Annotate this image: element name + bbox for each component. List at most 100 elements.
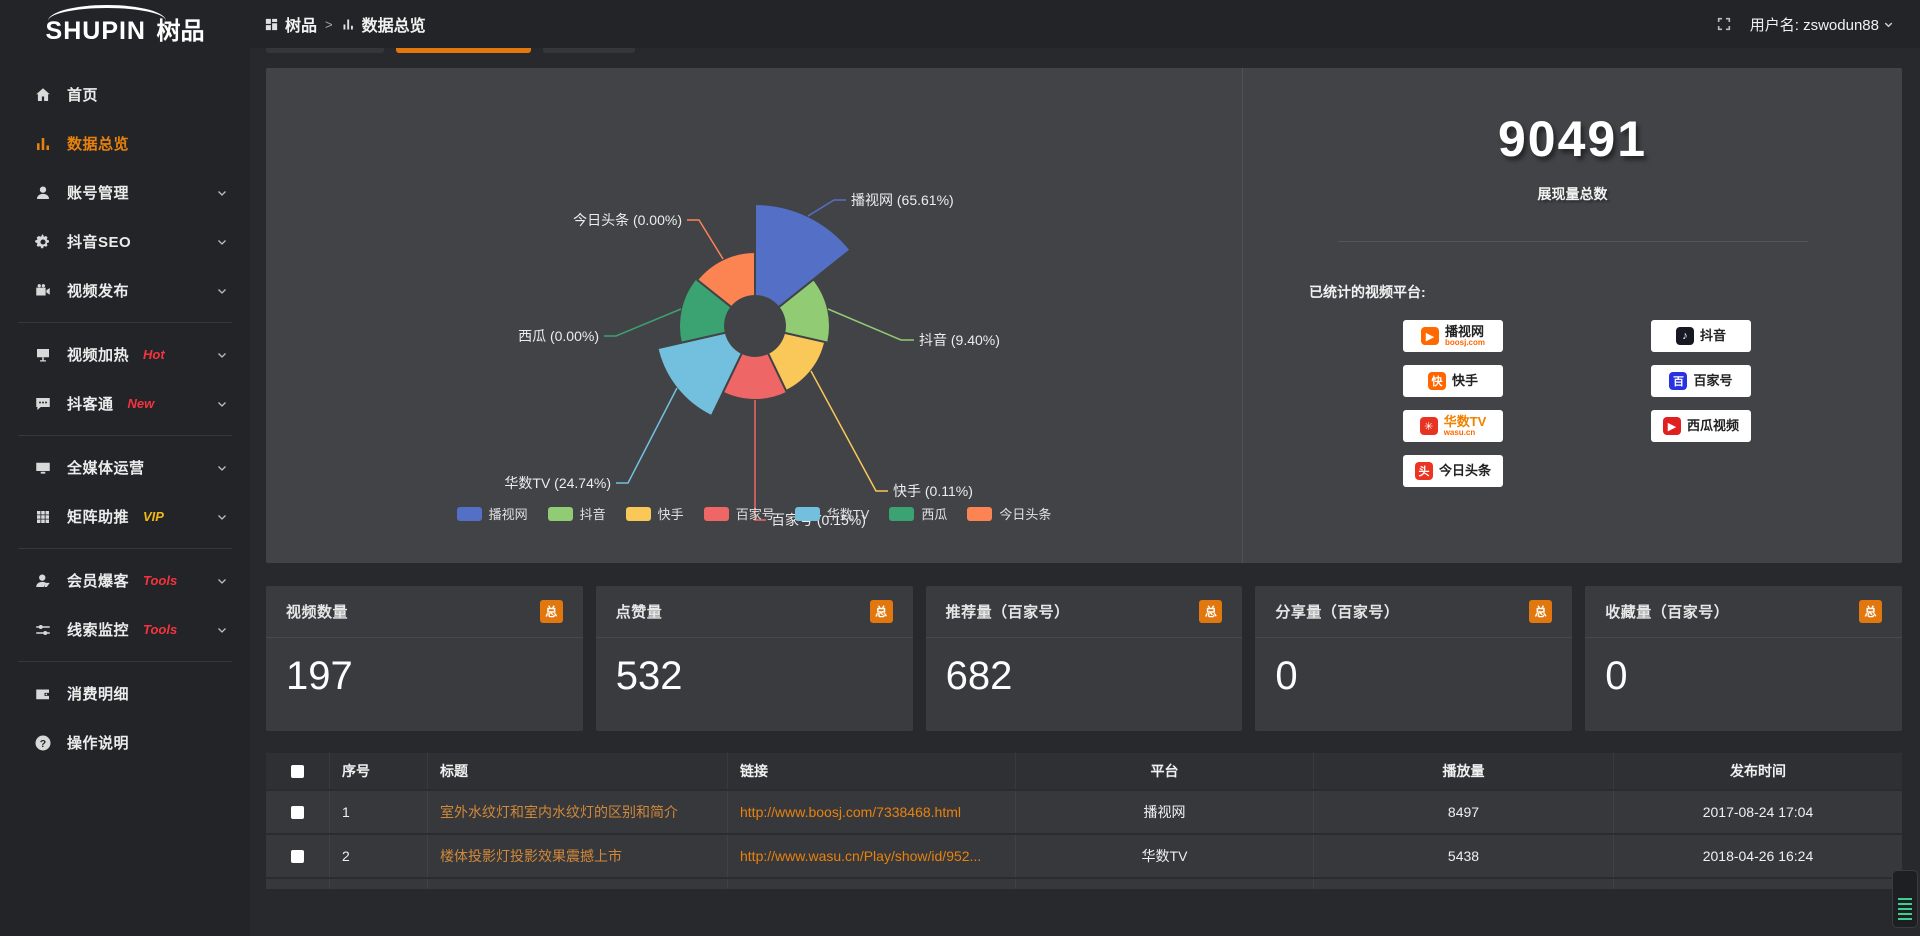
stat-value: 532 xyxy=(596,638,913,699)
table-row: 1 室外水纹灯和室内水纹灯的区别和简介 http://www.boosj.com… xyxy=(266,791,1902,835)
sidebar-item-video-publish[interactable]: 视频发布 xyxy=(0,266,250,315)
chart-panel: 播视网 (65.61%) 抖音 (9.40%) 快手 (0.11%) 百家号 (… xyxy=(266,68,1902,563)
sidebar-item-help[interactable]: ? 操作说明 xyxy=(0,718,250,767)
video-url-link[interactable]: http://www.wasu.cn/Play/show/id/952... xyxy=(728,835,1016,877)
sidebar-divider xyxy=(18,548,232,549)
breadcrumb: 树品 > 数据总览 xyxy=(264,12,426,36)
stat-card-recommends: 推荐量（百家号）总 682 xyxy=(926,586,1243,731)
user-menu[interactable]: 用户名: zswodun88 xyxy=(1750,14,1894,35)
chevron-down-icon xyxy=(216,398,228,410)
sidebar-item-data-overview[interactable]: 数据总览 xyxy=(0,119,250,168)
platform-badge-kuaishou: 快 快手 xyxy=(1403,365,1503,397)
bar-chart-icon xyxy=(341,17,356,32)
sidebar-item-home[interactable]: 首页 xyxy=(0,70,250,119)
label-line xyxy=(811,371,888,491)
legend-chip xyxy=(626,507,651,521)
legend-chip xyxy=(548,507,573,521)
select-all-checkbox[interactable] xyxy=(291,765,304,778)
sidebar-item-douyin-seo[interactable]: 抖音SEO xyxy=(0,217,250,266)
kuaishou-logo-icon: 快 xyxy=(1428,372,1446,390)
legend-item[interactable]: 华数TV xyxy=(795,504,870,523)
vip-badge: VIP xyxy=(143,509,164,524)
sidebar: 首页 数据总览 账号管理 抖音SEO 视频发布 视频加热 Hot 抖客通 New… xyxy=(0,48,250,936)
legend-chip xyxy=(704,507,729,521)
svg-text:?: ? xyxy=(40,737,46,749)
sidebar-item-matrix-boost[interactable]: 矩阵助推 VIP xyxy=(0,492,250,541)
logo-text: SHUPIN xyxy=(46,17,146,45)
total-badge: 总 xyxy=(870,600,893,623)
col-platform: 平台 xyxy=(1016,753,1314,789)
floating-helper-widget[interactable] xyxy=(1892,870,1918,928)
stat-card-video-count: 视频数量总 197 xyxy=(266,586,583,731)
sliders-icon xyxy=(34,621,52,639)
pie-slice-华数TV[interactable] xyxy=(658,333,743,416)
fullscreen-icon[interactable] xyxy=(1716,16,1732,32)
widget-stripes-icon xyxy=(1898,898,1912,922)
sidebar-item-lead-monitor[interactable]: 线索监控 Tools xyxy=(0,605,250,654)
video-title-link[interactable]: 室外水纹灯和室内水纹灯的区别和简介 xyxy=(428,791,728,833)
sidebar-item-omni-media[interactable]: 全媒体运营 xyxy=(0,443,250,492)
sidebar-item-account[interactable]: 账号管理 xyxy=(0,168,250,217)
impressions-summary: 90491 展现量总数 已统计的视频平台: ▶ 播视网boosj.com ♪ 抖… xyxy=(1242,68,1902,563)
row-checkbox[interactable] xyxy=(291,850,304,863)
legend-chip xyxy=(457,507,482,521)
chat-icon xyxy=(34,395,52,413)
row-platform: 华数TV xyxy=(1016,835,1314,877)
table-header-row: 序号 标题 链接 平台 播放量 发布时间 xyxy=(266,753,1902,791)
toutiao-logo-icon: 头 xyxy=(1415,462,1433,480)
boshiwang-logo-icon: ▶ xyxy=(1421,327,1439,345)
platform-badge-toutiao: 头 今日头条 xyxy=(1403,455,1503,487)
member-icon xyxy=(34,572,52,590)
platform-grid: ▶ 播视网boosj.com ♪ 抖音 快 快手 百 百家号 ✳ 华数TVw xyxy=(1403,320,1902,487)
video-title-link[interactable]: 楼体投影灯投影效果震撼上市 xyxy=(428,835,728,877)
question-circle-icon: ? xyxy=(34,734,52,752)
label-line xyxy=(808,200,846,216)
breadcrumb-current[interactable]: 数据总览 xyxy=(341,12,426,36)
chevron-down-icon xyxy=(216,349,228,361)
label-line xyxy=(828,309,914,340)
legend-chip xyxy=(967,507,992,521)
platform-share-pie-chart: 播视网 (65.61%) 抖音 (9.40%) 快手 (0.11%) 百家号 (… xyxy=(266,68,1242,563)
legend-item[interactable]: 百家号 xyxy=(704,504,775,523)
stat-value: 197 xyxy=(266,638,583,699)
col-title: 标题 xyxy=(428,753,728,789)
user-icon xyxy=(34,184,52,202)
pie-label-toutiao: 今日头条 (0.00%) xyxy=(573,212,682,228)
screen-icon xyxy=(34,459,52,477)
chart-legend: 播视网 抖音 快手 百家号 华数TV 西瓜 今日头条 xyxy=(266,504,1242,523)
pie-label-boshiwang: 播视网 (65.61%) xyxy=(851,192,954,208)
breadcrumb-root[interactable]: 树品 xyxy=(264,12,317,36)
stat-card-shares: 分享量（百家号）总 0 xyxy=(1255,586,1572,731)
sidebar-item-doucketong[interactable]: 抖客通 New xyxy=(0,379,250,428)
col-link: 链接 xyxy=(728,753,1016,789)
row-checkbox[interactable] xyxy=(291,806,304,819)
legend-chip xyxy=(795,507,820,521)
video-url-link[interactable]: http://www.boosj.com/7338468.html xyxy=(728,791,1016,833)
col-time: 发布时间 xyxy=(1614,753,1902,789)
legend-item[interactable]: 播视网 xyxy=(457,504,528,523)
videos-table: 序号 标题 链接 平台 播放量 发布时间 1 室外水纹灯和室内水纹灯的区别和简介… xyxy=(266,753,1902,889)
label-line xyxy=(687,220,723,259)
stat-value: 0 xyxy=(1585,638,1902,699)
sidebar-item-spend-detail[interactable]: 消费明细 xyxy=(0,669,250,718)
row-index: 2 xyxy=(330,835,428,877)
tools-badge: Tools xyxy=(143,573,177,588)
sidebar-item-member-burst[interactable]: 会员爆客 Tools xyxy=(0,556,250,605)
sidebar-item-video-heat[interactable]: 视频加热 Hot xyxy=(0,330,250,379)
legend-item[interactable]: 抖音 xyxy=(548,504,606,523)
total-badge: 总 xyxy=(1859,600,1882,623)
platform-badge-xigua: ▶ 西瓜视频 xyxy=(1651,410,1751,442)
summary-divider xyxy=(1338,241,1808,242)
logo-arc xyxy=(48,5,166,21)
table-row: 2 楼体投影灯投影效果震撼上市 http://www.wasu.cn/Play/… xyxy=(266,835,1902,879)
wallet-icon xyxy=(34,685,52,703)
total-impressions-label: 展现量总数 xyxy=(1243,184,1902,204)
logo-suffix: 树品 xyxy=(156,18,204,45)
legend-item[interactable]: 今日头条 xyxy=(967,504,1051,523)
legend-item[interactable]: 西瓜 xyxy=(889,504,947,523)
legend-item[interactable]: 快手 xyxy=(626,504,684,523)
row-plays: 8497 xyxy=(1314,791,1614,833)
col-index: 序号 xyxy=(330,753,428,789)
pie-label-kuaishou: 快手 (0.11%) xyxy=(893,483,973,499)
total-badge: 总 xyxy=(540,600,563,623)
